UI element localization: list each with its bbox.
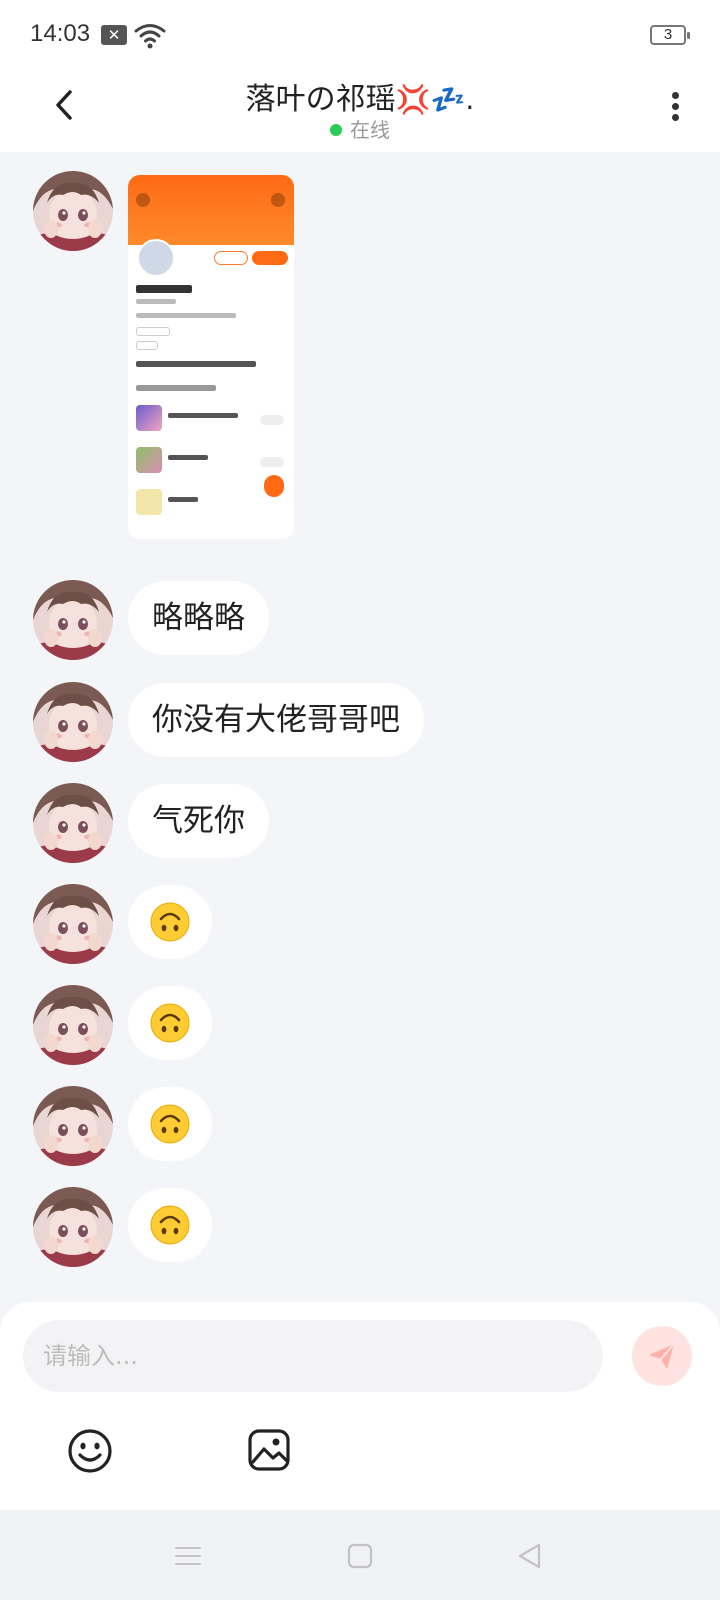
screenshot-tag [136, 341, 158, 350]
screenshot-back-icon [136, 193, 150, 207]
text-message[interactable]: 气死你 [128, 784, 269, 858]
status-bar: 14:03 ✕ 3 [0, 0, 720, 72]
screenshot-text-line [136, 313, 236, 318]
image-message[interactable] [128, 175, 294, 539]
online-dot-icon [330, 124, 342, 136]
triangle-back-icon[interactable] [514, 1540, 546, 1572]
contact-name-text: 落叶の祁瑶 [245, 82, 396, 117]
composer [0, 1302, 720, 1510]
screenshot-game-title [168, 455, 208, 460]
wifi-icon [134, 24, 166, 49]
screenshot-tabs [136, 385, 216, 391]
send-icon [649, 1343, 675, 1369]
contact-name-emojis: 💢💤. [395, 83, 475, 116]
send-button[interactable] [632, 1326, 692, 1386]
screenshot-game-button [260, 415, 284, 425]
screenshot-game-title [168, 413, 238, 418]
screenshot-button [214, 251, 248, 265]
online-status: 在线 [0, 114, 720, 143]
screenshot-like-icon [264, 475, 284, 497]
image-icon[interactable] [246, 1427, 292, 1473]
system-nav-bar [0, 1510, 720, 1600]
screenshot-button [252, 251, 288, 265]
smiley-icon[interactable] [66, 1427, 114, 1475]
screenshot-username [136, 285, 192, 293]
contact-avatar[interactable] [33, 1086, 113, 1166]
screenshot-game-icon [136, 405, 162, 431]
screenshot-text-line [136, 299, 176, 304]
menu-icon[interactable] [172, 1540, 204, 1572]
upside-down-face-icon [150, 1104, 190, 1144]
chat-header: 落叶の祁瑶💢💤. 在线 [0, 72, 720, 152]
contact-avatar[interactable] [33, 783, 113, 863]
upside-down-face-icon [150, 1003, 190, 1043]
shared-screenshot-header [128, 175, 294, 245]
screenshot-tag [136, 327, 170, 336]
screenshot-game-icon [136, 489, 162, 515]
text-message[interactable]: 略略略 [128, 581, 269, 655]
screenshot-more-icon [271, 193, 285, 207]
online-status-label: 在线 [350, 118, 390, 142]
screenshot-game-title [168, 497, 198, 502]
contact-avatar[interactable] [33, 171, 113, 251]
contact-avatar[interactable] [33, 985, 113, 1065]
emoji-message[interactable] [128, 1087, 212, 1161]
status-time: 14:03 [30, 20, 91, 47]
upside-down-face-icon [150, 1205, 190, 1245]
upside-down-face-icon [150, 902, 190, 942]
screenshot-game-icon [136, 447, 162, 473]
screenshot-game-button [260, 457, 284, 467]
battery-indicator: 3 [650, 25, 690, 45]
emoji-message[interactable] [128, 885, 212, 959]
contact-name: 落叶の祁瑶💢💤. [0, 74, 720, 118]
contact-avatar[interactable] [33, 682, 113, 762]
screenshot-stats [136, 361, 256, 367]
message-list[interactable]: 略略略 你没有大佬哥哥吧 气死你 [0, 152, 720, 1302]
contact-avatar[interactable] [33, 1187, 113, 1267]
emoji-message[interactable] [128, 986, 212, 1060]
text-message[interactable]: 你没有大佬哥哥吧 [128, 683, 424, 757]
more-vertical-icon[interactable] [660, 86, 690, 126]
emoji-message[interactable] [128, 1188, 212, 1262]
notification-icon: ✕ [101, 25, 127, 45]
contact-avatar[interactable] [33, 884, 113, 964]
message-input[interactable] [23, 1320, 603, 1392]
contact-avatar[interactable] [33, 580, 113, 660]
square-home-icon[interactable] [344, 1540, 376, 1572]
screenshot-avatar [137, 239, 175, 277]
